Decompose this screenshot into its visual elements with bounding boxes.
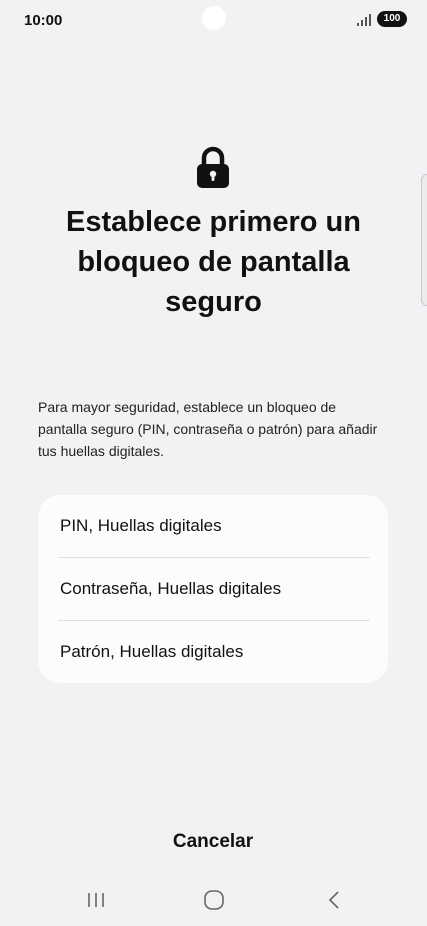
back-icon	[328, 891, 339, 909]
description-text: Para mayor seguridad, establece un bloqu…	[38, 399, 378, 459]
recents-icon	[88, 893, 104, 907]
battery-icon: 100	[377, 11, 407, 27]
status-bar: 10:00 100	[0, 0, 427, 44]
option-password-label: Contraseña, Huellas digitales	[60, 579, 282, 598]
option-pin[interactable]: PIN, Huellas digitales	[38, 495, 388, 557]
home-button[interactable]	[192, 888, 236, 912]
camera-cutout	[202, 6, 226, 30]
back-button[interactable]	[312, 888, 356, 912]
edge-panel-handle[interactable]	[421, 174, 427, 306]
signal-icon	[357, 14, 371, 26]
page-title: Establece primero un bloqueo de pantalla…	[66, 206, 361, 318]
option-pattern[interactable]: Patrón, Huellas digitales	[38, 621, 388, 683]
option-pattern-label: Patrón, Huellas digitales	[60, 642, 244, 661]
cancel-button[interactable]: Cancelar	[138, 824, 288, 860]
option-pin-label: PIN, Huellas digitales	[60, 516, 222, 535]
lock-options-card: PIN, Huellas digitales Contraseña, Huell…	[38, 495, 388, 683]
recents-button[interactable]	[74, 888, 118, 912]
navigation-bar	[0, 880, 427, 920]
option-password[interactable]: Contraseña, Huellas digitales	[38, 558, 388, 620]
status-time: 10:00	[24, 12, 63, 29]
lock-icon	[197, 146, 229, 188]
home-icon	[204, 890, 224, 910]
